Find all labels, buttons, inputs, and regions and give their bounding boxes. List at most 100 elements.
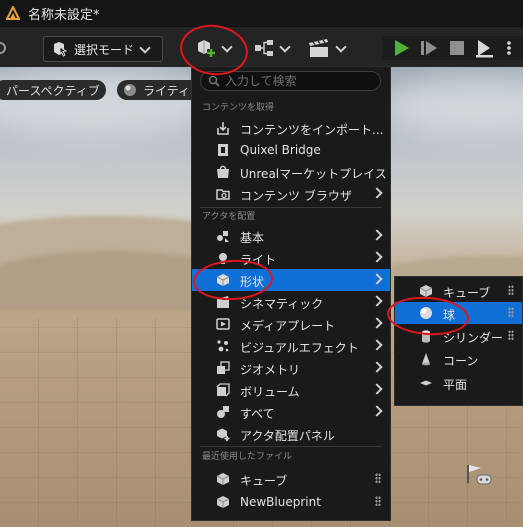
perspective-button[interactable]: パースペクティブ: [0, 80, 106, 100]
drag-handle-icon[interactable]: [508, 285, 514, 296]
menu-item-label: コンテンツをインポート...: [240, 123, 384, 137]
geometry-icon: [217, 361, 230, 374]
stop-icon[interactable]: [449, 40, 465, 56]
section-header-recent-files: 最近使用したファイル: [202, 452, 293, 462]
cube-icon: [216, 473, 230, 485]
menu-item-geometry[interactable]: ジオメトリ: [192, 357, 390, 379]
eject-icon[interactable]: [474, 38, 494, 58]
add-content-button[interactable]: [196, 36, 233, 60]
menu-item-recent-cube[interactable]: キューブ: [192, 468, 390, 490]
menu-item-label: Quixel Bridge: [240, 143, 321, 157]
menu-item-light[interactable]: ライト: [192, 247, 390, 269]
settings-icon[interactable]: [0, 41, 10, 57]
cinematics-button[interactable]: [308, 36, 347, 60]
menu-item-content-browser[interactable]: コンテンツ ブラウザ: [192, 183, 390, 205]
marketplace-icon: [217, 165, 229, 178]
submenu-arrow-icon: [371, 361, 383, 373]
submenu-arrow-icon: [371, 251, 383, 263]
lit-sphere-icon: [124, 84, 136, 96]
menu-item-all[interactable]: すべて: [192, 401, 390, 423]
submenu-item-label: コーン: [443, 354, 479, 368]
submenu-item-cylinder[interactable]: シリンダー: [395, 325, 522, 347]
more-options-icon[interactable]: [502, 40, 516, 56]
menu-item-label: すべて: [240, 407, 275, 421]
submenu-arrow-icon: [371, 383, 383, 395]
menu-item-recent-newblueprint[interactable]: NewBlueprint: [192, 491, 390, 513]
submenu-item-label: 平面: [443, 378, 468, 392]
menu-item-quixel-bridge[interactable]: Quixel Bridge: [192, 139, 390, 161]
menu-item-cinematic[interactable]: シネマティック: [192, 291, 390, 313]
menu-search-input[interactable]: [225, 72, 375, 90]
title-bar: 名称未設定*: [0, 0, 523, 26]
drag-handle-icon[interactable]: [508, 330, 514, 341]
submenu-arrow-icon: [371, 229, 383, 241]
menu-item-visual-effects[interactable]: ビジュアルエフェクト: [192, 335, 390, 357]
blueprint-button[interactable]: [254, 36, 291, 60]
submenu-arrow-icon: [371, 273, 383, 285]
sphere-icon: [420, 307, 432, 319]
place-actors-panel-icon: [217, 428, 230, 441]
menu-item-label: メディアプレート: [240, 319, 336, 333]
menu-item-label: 形状: [240, 275, 265, 289]
shapes-submenu: キューブ 球 シリンダー コーン 平面: [394, 276, 523, 406]
menu-item-import-content[interactable]: コンテンツをインポート...: [192, 117, 390, 139]
search-icon: [208, 75, 220, 87]
menu-item-label: Unrealマーケットプレイス: [240, 167, 387, 181]
advance-frame-icon[interactable]: [420, 39, 438, 57]
submenu-arrow-icon: [371, 295, 383, 307]
menu-item-label: ジオメトリ: [240, 363, 301, 377]
menu-item-label: シネマティック: [240, 297, 324, 311]
chevron-down-icon: [139, 41, 151, 54]
selection-mode-label: 選択モード: [74, 42, 135, 57]
add-content-icon: [198, 40, 215, 57]
submenu-item-sphere[interactable]: 球: [395, 302, 522, 324]
blueprint-icon: [216, 496, 230, 508]
menu-item-marketplace[interactable]: Unrealマーケットプレイス: [192, 161, 390, 183]
selection-mode-dropdown[interactable]: 選択モード: [43, 36, 163, 62]
submenu-item-label: 球: [443, 308, 456, 322]
play-icon[interactable]: [392, 39, 410, 57]
select-mode-icon: [54, 42, 68, 57]
submenu-arrow-icon: [371, 187, 383, 199]
unreal-logo-icon: [6, 6, 20, 20]
cinematic-icon: [217, 296, 229, 308]
window-title: 名称未設定*: [28, 7, 100, 23]
menu-search[interactable]: [200, 71, 381, 91]
volume-icon: [216, 383, 230, 397]
quixel-bridge-icon: [218, 144, 228, 156]
submenu-item-label: キューブ: [443, 286, 491, 300]
menu-item-label: ライト: [240, 253, 277, 267]
menu-item-media-plate[interactable]: メディアプレート: [192, 313, 390, 335]
menu-item-place-actors-panel[interactable]: アクタ配置パネル: [192, 423, 390, 445]
section-header-place-actors: アクタを配置: [202, 212, 256, 222]
drag-handle-icon[interactable]: [375, 496, 381, 507]
menu-item-label: キューブ: [240, 474, 288, 488]
menu-item-label: 基本: [240, 231, 265, 245]
menu-item-label: ビジュアルエフェクト: [240, 341, 359, 355]
submenu-arrow-icon: [371, 317, 383, 329]
import-icon: [217, 122, 229, 135]
cylinder-icon: [422, 330, 430, 343]
submenu-item-cone[interactable]: コーン: [395, 348, 522, 370]
visual-effects-icon: [217, 340, 229, 352]
menu-item-volume[interactable]: ボリューム: [192, 379, 390, 401]
sky-cloud: [380, 76, 523, 136]
chevron-down-icon: [335, 40, 347, 53]
add-content-menu: コンテンツを取得 コンテンツをインポート... Quixel Bridge Un…: [191, 66, 391, 521]
all-icon: [217, 406, 229, 418]
play-controls: [382, 36, 523, 60]
drag-handle-icon[interactable]: [375, 473, 381, 484]
submenu-arrow-icon: [371, 405, 383, 417]
menu-divider: [200, 207, 382, 208]
submenu-item-label: シリンダー: [443, 331, 504, 345]
menu-item-shapes[interactable]: 形状: [192, 269, 390, 291]
menu-divider: [200, 446, 382, 447]
menu-item-basic[interactable]: 基本: [192, 225, 390, 247]
drag-handle-icon[interactable]: [508, 307, 514, 318]
player-start-icon[interactable]: [465, 461, 493, 487]
submenu-item-cube[interactable]: キューブ: [395, 280, 522, 302]
cube-icon: [419, 285, 433, 297]
menu-item-label: コンテンツ ブラウザ: [240, 189, 352, 203]
chevron-down-icon: [221, 40, 233, 53]
submenu-item-plane[interactable]: 平面: [395, 372, 522, 394]
